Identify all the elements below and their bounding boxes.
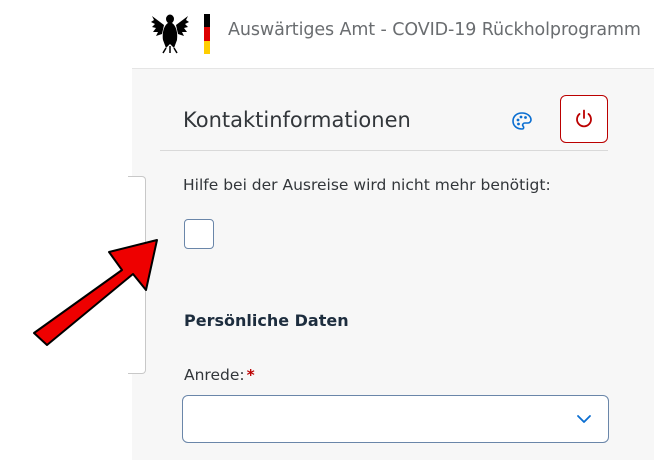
app-header: Auswärtiges Amt - COVID-19 Rückholprogra… <box>132 0 654 69</box>
salutation-label-text: Anrede: <box>184 366 245 384</box>
power-icon <box>576 109 592 128</box>
side-panel-edge <box>128 176 146 374</box>
app-title: Auswärtiges Amt - COVID-19 Rückholprogra… <box>228 20 641 40</box>
section-title: Kontaktinformationen <box>183 108 411 132</box>
logout-button[interactable] <box>560 95 608 143</box>
required-marker: * <box>246 366 255 384</box>
personal-data-heading: Persönliche Daten <box>184 311 349 330</box>
section-divider <box>160 150 608 151</box>
help-not-needed-label: Hilfe bei der Ausreise wird nicht mehr b… <box>183 176 551 194</box>
salutation-select[interactable] <box>182 395 609 443</box>
chevron-down-icon <box>577 415 591 423</box>
salutation-label: Anrede: * <box>184 366 255 384</box>
federal-eagle-logo <box>151 14 189 54</box>
theme-palette-button[interactable] <box>505 106 539 136</box>
german-flag-bar <box>204 14 210 54</box>
help-not-needed-checkbox[interactable] <box>184 219 214 249</box>
palette-icon <box>512 112 532 130</box>
